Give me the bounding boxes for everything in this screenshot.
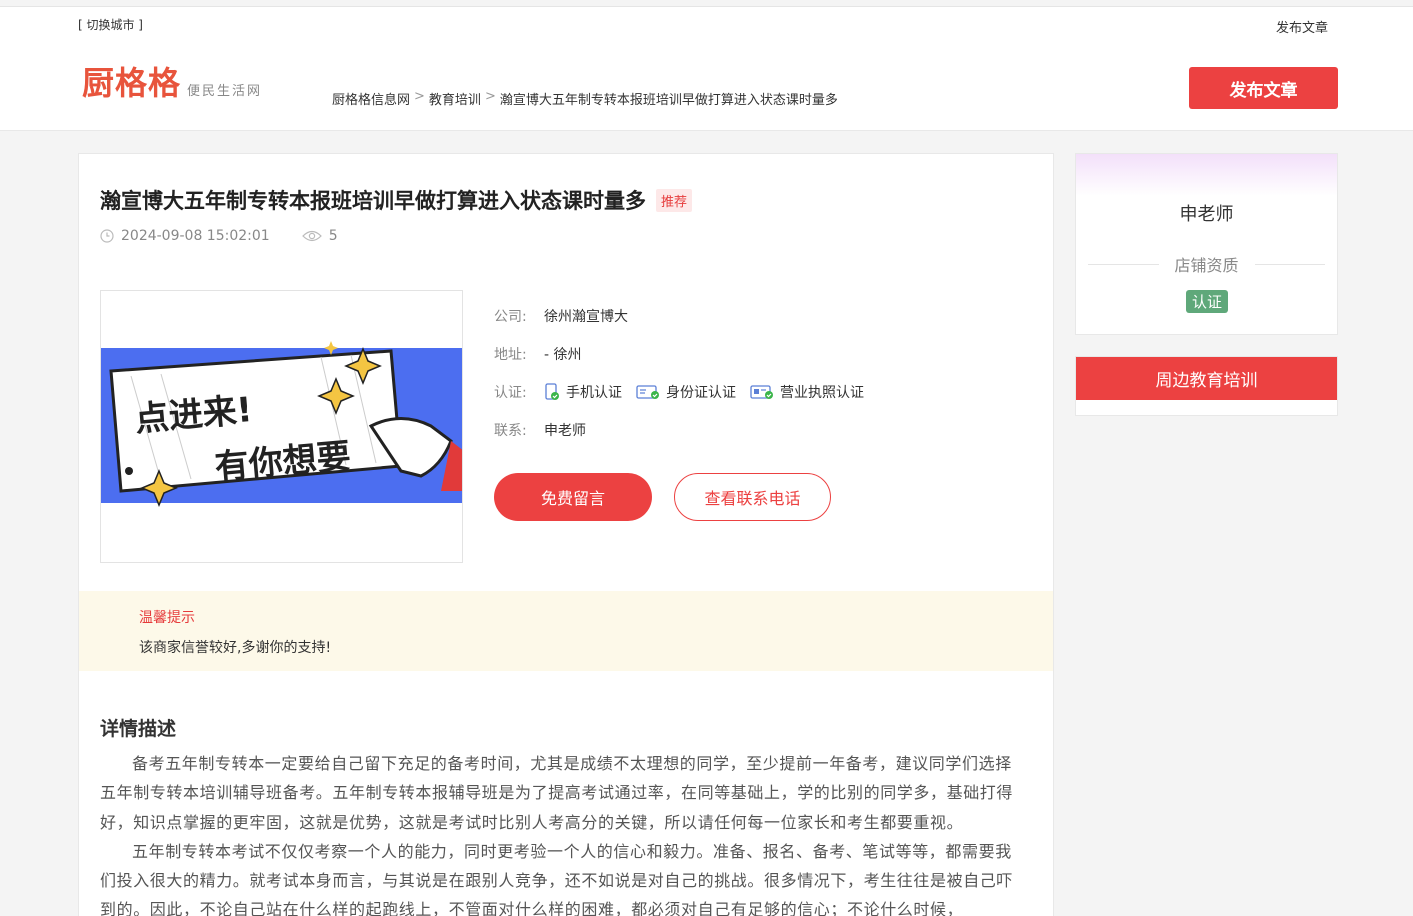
cert-id: 身份证认证 <box>636 382 736 402</box>
address-row: 地址: - 徐州 <box>494 335 864 373</box>
company-row: 公司: 徐州瀚宣博大 <box>494 297 864 335</box>
tip-title: 温馨提示 <box>139 610 195 626</box>
article-image[interactable]: 点进来! 有你想要 <box>100 290 463 563</box>
qualification-label: 店铺资质 <box>1174 256 1239 275</box>
publish-article-button[interactable]: 发布文章 <box>1189 67 1338 109</box>
warm-tip-box: 温馨提示 该商家信誉较好,多谢你的支持! <box>79 591 1053 671</box>
description-paragraph: 备考五年制专转本一定要给自己留下充足的备考时间，尤其是成绩不太理想的同学，至少提… <box>100 754 1014 832</box>
view-phone-button[interactable]: 查看联系电话 <box>674 473 831 521</box>
breadcrumb-home[interactable]: 厨格格信息网 <box>332 89 410 108</box>
description-paragraph: 五年制专转本考试不仅仅考察一个人的能力，同时更考验一个人的信心和毅力。准备、报名… <box>100 841 1014 916</box>
cert-label: 认证: <box>494 385 527 401</box>
free-message-button[interactable]: 免费留言 <box>494 473 652 521</box>
article-title: 瀚宣博大五年制专转本报班培训早做打算进入状态课时量多 <box>100 189 646 213</box>
article-panel: 瀚宣博大五年制专转本报班培训早做打算进入状态课时量多 推荐 2024-09-08… <box>78 153 1054 916</box>
breadcrumb-separator: > <box>484 89 496 104</box>
cert-phone: 手机认证 <box>544 382 622 402</box>
merchant-card: 申老师 店铺资质 认证 <box>1075 153 1338 335</box>
header: [ 切换城市 ] 发布文章 厨格格 便民生活网 厨格格信息网 > 教育培训 > … <box>0 7 1413 131</box>
clock-icon <box>100 229 114 243</box>
description-title: 详情描述 <box>100 718 177 740</box>
merchant-name: 申老师 <box>1179 204 1234 225</box>
divider-line <box>1254 263 1326 265</box>
card-gradient <box>1076 154 1337 196</box>
contact-row: 联系: 申老师 <box>494 411 864 449</box>
verified-badge: 认证 <box>1186 290 1229 313</box>
article-meta: 2024-09-08 15:02:01 5 <box>100 228 338 244</box>
switch-city-link[interactable]: [ 切换城市 ] <box>78 16 143 33</box>
phone-verified-icon <box>545 383 559 400</box>
id-card-verified-icon <box>636 385 659 399</box>
nearby-title[interactable]: 周边教育培训 <box>1076 357 1337 400</box>
breadcrumb-category[interactable]: 教育培训 <box>429 89 481 108</box>
cert-license: 营业执照认证 <box>750 382 864 402</box>
qualification-divider: 店铺资质 <box>1088 252 1326 276</box>
site-logo[interactable]: 厨格格 便民生活网 <box>82 65 262 101</box>
contact-label: 联系: <box>494 423 527 439</box>
cert-row: 认证: 手机认证 身份证认证 营业执照认证 <box>494 373 864 411</box>
cert-phone-label: 手机认证 <box>566 385 622 401</box>
cert-license-label: 营业执照认证 <box>780 385 864 401</box>
breadcrumb-separator: > <box>414 89 425 104</box>
company-value: 徐州瀚宣博大 <box>544 309 628 325</box>
contact-value: 申老师 <box>544 423 586 439</box>
eye-icon <box>301 230 322 242</box>
breadcrumb-current: 瀚宣博大五年制专转本报班培训早做打算进入状态课时量多 <box>499 93 838 108</box>
top-publish-link[interactable]: 发布文章 <box>1276 17 1328 36</box>
divider-line <box>1088 263 1159 265</box>
recommend-badge: 推荐 <box>656 188 693 212</box>
view-count-value: 5 <box>328 228 338 244</box>
merchant-info: 公司: 徐州瀚宣博大 地址: - 徐州 认证: 手机认证 身份证认证 营业执照认… <box>494 297 864 449</box>
breadcrumb: 厨格格信息网 > 教育培训 > 瀚宣博大五年制专转本报班培训早做打算进入状态课时… <box>332 89 838 108</box>
address-label: 地址: <box>494 347 527 363</box>
tip-text: 该商家信誉较好,多谢你的支持! <box>139 640 332 656</box>
action-buttons: 免费留言 查看联系电话 <box>494 473 831 521</box>
company-label: 公司: <box>494 309 527 325</box>
description-body: 备考五年制专转本一定要给自己留下充足的备考时间，尤其是成绩不太理想的同学，至少提… <box>100 749 1020 916</box>
view-count: 5 <box>301 228 338 244</box>
address-value: - 徐州 <box>544 347 582 363</box>
title-row: 瀚宣博大五年制专转本报班培训早做打算进入状态课时量多 推荐 <box>100 185 693 215</box>
promo-banner-image: 点进来! 有你想要 <box>101 341 462 507</box>
logo-subtitle: 便民生活网 <box>187 84 263 99</box>
publish-datetime: 2024-09-08 15:02:01 <box>121 228 270 244</box>
nearby-panel: 周边教育培训 <box>1075 356 1338 416</box>
cert-list: 手机认证 身份证认证 营业执照认证 <box>544 382 864 402</box>
cert-id-label: 身份证认证 <box>666 385 736 401</box>
license-verified-icon <box>750 385 773 399</box>
logo-text: 厨格格 <box>82 64 182 102</box>
